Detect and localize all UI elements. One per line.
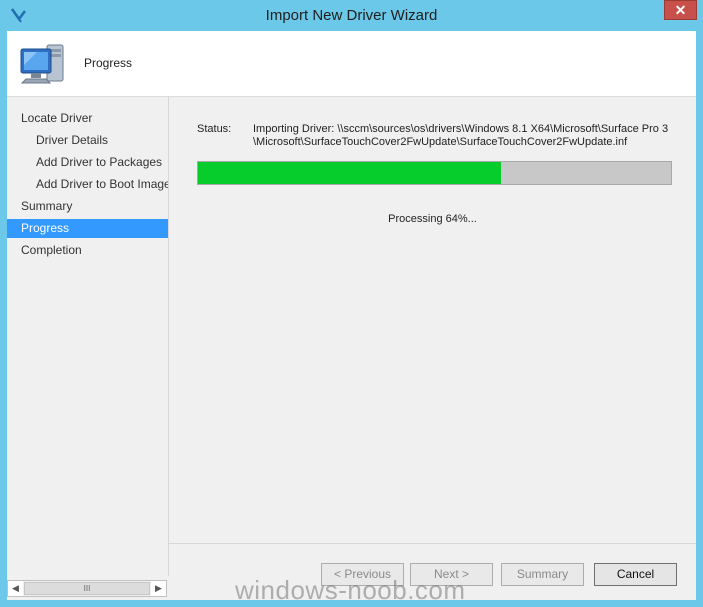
- nav-item-completion[interactable]: Completion: [7, 241, 168, 260]
- scroll-left-icon[interactable]: ◀: [8, 581, 23, 596]
- title-bar: Import New Driver Wizard ✕: [0, 0, 703, 31]
- wizard-window: Progress Locate Driver Driver Details Ad…: [7, 31, 696, 600]
- nav-item-add-driver-to-boot-image[interactable]: Add Driver to Boot Image: [7, 175, 168, 194]
- cancel-button[interactable]: Cancel: [594, 563, 677, 586]
- computer-icon: [20, 44, 64, 84]
- footer-divider: [169, 543, 696, 544]
- progress-bar: [197, 161, 672, 185]
- scroll-right-icon[interactable]: ▶: [151, 581, 166, 596]
- status-label: Status:: [197, 123, 232, 135]
- nav-item-progress[interactable]: Progress: [7, 219, 168, 238]
- summary-button[interactable]: Summary: [501, 563, 584, 586]
- wizard-nav: Locate Driver Driver Details Add Driver …: [7, 97, 169, 576]
- page-title: Progress: [84, 56, 133, 70]
- processing-text: Processing 64%...: [388, 213, 477, 225]
- scroll-thumb[interactable]: III: [24, 582, 150, 595]
- watermark-text: windows-noob.com: [235, 575, 466, 605]
- status-text: Importing Driver: \\sccm\sources\os\driv…: [253, 123, 669, 148]
- nav-item-driver-details[interactable]: Driver Details: [7, 131, 168, 150]
- progress-panel: Status: Importing Driver: \\sccm\sources…: [169, 97, 696, 576]
- nav-item-summary[interactable]: Summary: [7, 197, 168, 216]
- window-title: Import New Driver Wizard: [265, 7, 438, 24]
- nav-item-locate-driver[interactable]: Locate Driver: [7, 109, 168, 128]
- wizard-header: Progress: [7, 31, 696, 97]
- close-button[interactable]: ✕: [664, 0, 697, 20]
- nav-horizontal-scrollbar[interactable]: ◀ III ▶: [7, 580, 167, 597]
- progress-bar-fill: [198, 162, 501, 184]
- nav-item-add-driver-to-packages[interactable]: Add Driver to Packages: [7, 153, 168, 172]
